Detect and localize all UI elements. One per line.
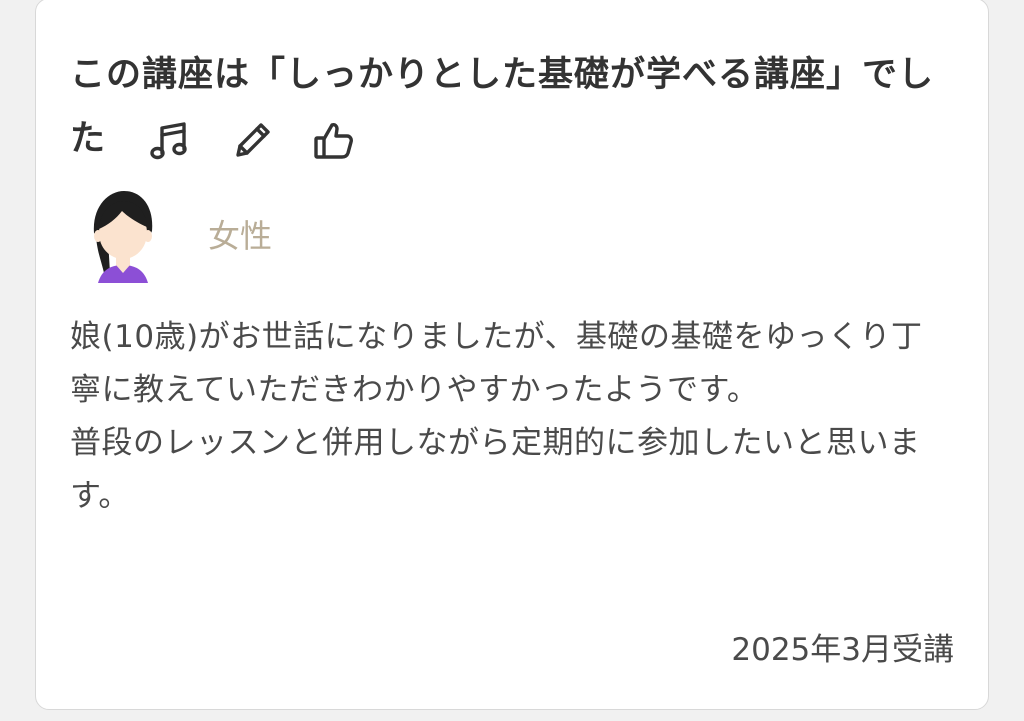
avatar xyxy=(88,189,158,285)
review-body-paragraph: 普段のレッスンと併用しながら定期的に参加したいと思います。 xyxy=(70,425,921,514)
reviewer-gender: 女性 xyxy=(208,217,273,255)
attendance-date: 2025年3月受講 xyxy=(731,632,954,668)
thumbs-up-icon xyxy=(312,119,356,163)
review-card: この講座は「しっかりとした基礎が学べる講座」でした 女性 娘(10歳)がお世話に… xyxy=(35,0,989,710)
review-title: この講座は「しっかりとした基礎が学べる講座」でした xyxy=(70,43,940,172)
review-body: 娘(10歳)がお世話になりましたが、基礎の基礎をゆっくり丁寧に教えていただきわか… xyxy=(70,311,950,523)
review-tag-icons xyxy=(148,108,394,172)
music-note-icon xyxy=(148,119,192,163)
review-body-paragraph: 娘(10歳)がお世話になりましたが、基礎の基礎をゆっくり丁寧に教えていただきわか… xyxy=(70,319,923,408)
pencil-icon xyxy=(230,119,274,163)
